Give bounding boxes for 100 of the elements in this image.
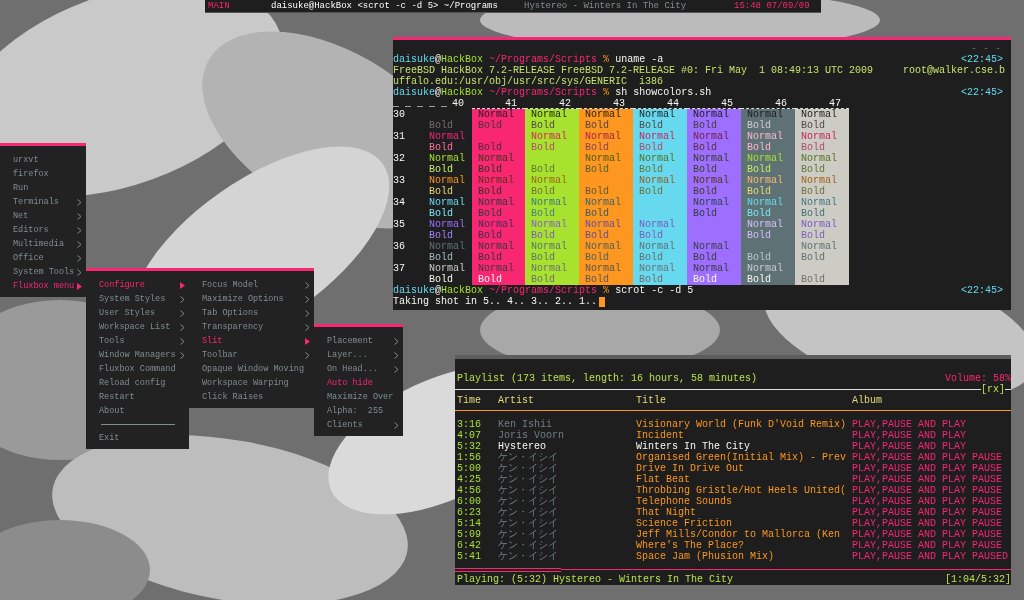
color-sample: Bold (429, 208, 454, 219)
menu-item[interactable]: Alpha: 255 (314, 404, 403, 418)
color-sample: Normal (585, 219, 622, 230)
menu-item[interactable]: Fluxbox Command (86, 362, 189, 376)
menu-item[interactable]: firefox (0, 167, 86, 181)
menu-item[interactable]: Fluxbox menu (0, 279, 86, 293)
mode-flags: [rx] (981, 384, 1005, 395)
color-sample: Bold (639, 186, 664, 197)
menu-item[interactable]: Workspace Warping (189, 376, 314, 390)
chevron-icon (305, 351, 310, 359)
menu-item[interactable]: System Styles (86, 292, 189, 306)
menu-item[interactable]: About (86, 404, 189, 418)
color-sample: Bold (747, 120, 772, 131)
color-sample: Bold (747, 164, 772, 175)
color-sample: Bold (478, 274, 503, 285)
column-header[interactable]: Title (636, 395, 852, 406)
menu-item[interactable]: Transparency (189, 320, 314, 334)
color-sample: Bold (801, 164, 826, 175)
color-sample: Bold (747, 186, 772, 197)
color-sample: Bold (478, 208, 503, 219)
color-sample: Normal (693, 241, 730, 252)
menu-item[interactable]: urxvt (0, 153, 86, 167)
color-sample: Normal (639, 219, 676, 230)
menu-item[interactable]: Configure (86, 278, 189, 292)
color-sample: Normal (531, 131, 568, 142)
track-title: Jeff Mills/Condor to Mallorca (Ken (636, 529, 842, 541)
menu-item[interactable]: Multimedia (0, 237, 86, 251)
menu-item[interactable]: User Styles (86, 306, 189, 320)
menu-item[interactable]: Maximize Over (314, 390, 403, 404)
color-sample: Normal (639, 153, 676, 164)
progress-bar[interactable] (455, 565, 1011, 574)
track-album: PLAY,PAUSE AND PLAY PAUSE (852, 452, 1004, 464)
color-sample: Bold (531, 274, 556, 285)
color-sample: Bold (693, 142, 718, 153)
color-sample: Normal (801, 109, 838, 120)
track-artist: ケン・イシイ (498, 551, 559, 563)
menu-item[interactable]: Maximize Options (189, 292, 314, 306)
color-sample: Bold (429, 186, 454, 197)
triangle-icon (180, 281, 185, 289)
window-controls[interactable]: - - - (971, 43, 1011, 54)
track-time: 6:42 (457, 540, 482, 552)
column-label: 44 (667, 98, 679, 108)
menu-item[interactable]: Tools (86, 334, 189, 348)
menu-item[interactable]: Window Managers (86, 348, 189, 362)
menu-item[interactable]: Workspace List (86, 320, 189, 334)
color-sample: Bold (693, 252, 718, 263)
menu-item[interactable]: Restart (86, 390, 189, 404)
color-sample: Bold (801, 208, 826, 219)
color-sample: Bold (693, 186, 718, 197)
color-sample: Normal (429, 175, 466, 186)
text-cursor (599, 296, 606, 307)
color-sample: Bold (531, 164, 556, 175)
menu-item[interactable]: On Head... (314, 362, 403, 376)
menu-item[interactable]: Layer... (314, 348, 403, 362)
track-artist: ケン・イシイ (498, 496, 559, 508)
menu-item[interactable]: Tab Options (189, 306, 314, 320)
color-sample: Normal (585, 131, 622, 142)
color-sample: Bold (747, 274, 772, 285)
menu-item[interactable]: Placement (314, 334, 403, 348)
column-label: 41 (505, 98, 517, 108)
color-sample: Bold (531, 230, 556, 241)
menu-item[interactable]: Net (0, 209, 86, 223)
menu-item[interactable]: Editors (0, 223, 86, 237)
color-sample: Normal (639, 175, 676, 186)
menu-item[interactable]: Click Raises (189, 390, 314, 404)
color-sample: Normal (585, 197, 622, 208)
menu-item[interactable]: Exit (86, 431, 189, 445)
track-artist: ケン・イシイ (498, 485, 559, 497)
track-artist: ケン・イシイ (498, 540, 559, 552)
menu-item[interactable]: Run (0, 181, 86, 195)
menu-item[interactable]: Office (0, 251, 86, 265)
color-sample: Normal (801, 175, 838, 186)
track-time: 5:00 (457, 463, 482, 475)
color-sample: Bold (531, 186, 556, 197)
track-time: 5:32 (457, 441, 482, 453)
menu-item[interactable]: Reload config (86, 376, 189, 390)
row-label: 31 (393, 131, 406, 144)
menu-item[interactable]: Terminals (0, 195, 86, 209)
track-artist: Joris Voorn (498, 430, 565, 442)
color-sample: Bold (531, 208, 556, 219)
color-sample: Normal (639, 263, 676, 274)
track-title: Science Friction (636, 518, 732, 530)
menu-item[interactable]: Clients (314, 418, 403, 432)
menu-item[interactable]: Opaque Window Moving (189, 362, 314, 376)
menu-item[interactable]: Auto hide (314, 376, 403, 390)
column-label: 42 (559, 98, 571, 108)
column-header[interactable]: Album (852, 395, 1011, 406)
color-sample: Bold (429, 120, 454, 131)
menu-item[interactable]: Toolbar (189, 348, 314, 362)
menu-item[interactable]: Slit (189, 334, 314, 348)
menu-item[interactable]: System Tools (0, 265, 86, 279)
workspace-name: MAIN (208, 1, 231, 11)
column-header[interactable]: Artist (498, 395, 636, 406)
menu-item[interactable]: Focus Model (189, 278, 314, 292)
track-time: 4:07 (457, 430, 482, 442)
window-title: daisuke@HackBox <scrot -c -d 5> ~/Programs (271, 1, 499, 11)
column-header[interactable]: Time (457, 395, 498, 406)
color-sample: Normal (801, 241, 838, 252)
color-sample: Normal (531, 263, 568, 274)
color-sample: Bold (801, 252, 826, 263)
